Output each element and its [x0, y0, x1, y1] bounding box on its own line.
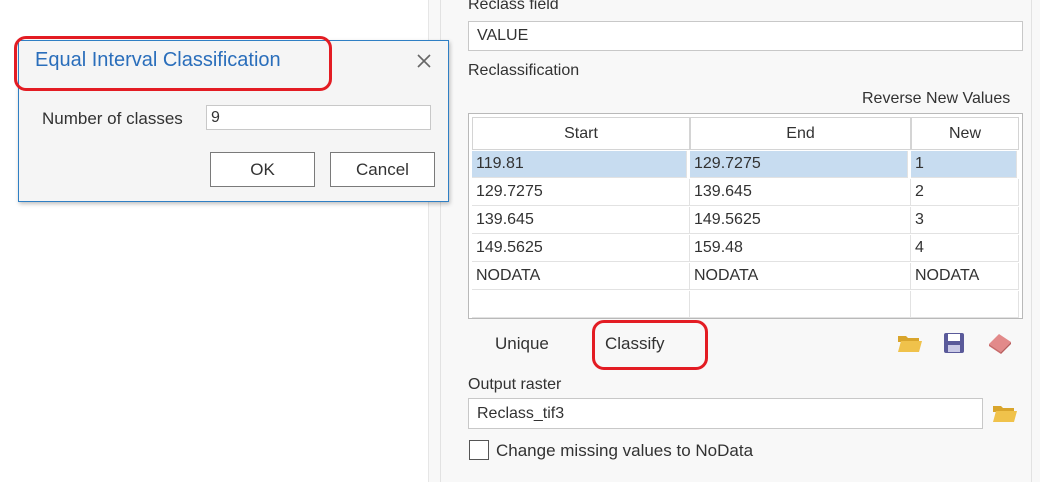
table-cell-start[interactable]: [472, 291, 690, 318]
folder-open-icon[interactable]: [897, 332, 923, 354]
unique-button[interactable]: Unique: [495, 334, 549, 354]
table-cell-end[interactable]: 139.645: [690, 179, 911, 206]
num-classes-label: Number of classes: [42, 109, 183, 128]
table-cell-end[interactable]: NODATA: [690, 263, 911, 290]
dialog-title-annotation-ring: [14, 36, 332, 91]
folder-open-icon[interactable]: [992, 402, 1018, 424]
missing-values-checkbox[interactable]: [469, 440, 489, 460]
reclassification-table: Start End New 119.81 129.7275 1 129.7275…: [468, 113, 1023, 319]
table-cell-start[interactable]: 119.81: [472, 151, 687, 178]
eraser-icon[interactable]: [986, 330, 1014, 356]
table-cell-end[interactable]: 129.7275: [690, 151, 908, 178]
ok-button[interactable]: OK: [210, 152, 315, 187]
num-classes-input[interactable]: 9: [206, 105, 431, 130]
reclass-field-input[interactable]: VALUE: [468, 21, 1023, 51]
table-cell-start[interactable]: 139.645: [472, 207, 690, 234]
save-icon[interactable]: [943, 332, 965, 354]
column-header-new[interactable]: New: [911, 117, 1019, 150]
missing-values-label: Change missing values to NoData: [496, 441, 754, 460]
cancel-button[interactable]: Cancel: [330, 152, 435, 187]
table-cell-end[interactable]: [690, 291, 911, 318]
table-cell-end[interactable]: 159.48: [690, 235, 911, 262]
table-cell-new[interactable]: NODATA: [911, 263, 1019, 290]
column-header-start[interactable]: Start: [472, 117, 690, 150]
table-cell-new[interactable]: 1: [911, 151, 1017, 178]
table-cell-new[interactable]: 2: [911, 179, 1019, 206]
pane-scroll-edge: [1031, 0, 1032, 482]
reverse-new-values-link[interactable]: Reverse New Values: [862, 90, 1010, 108]
table-cell-start[interactable]: NODATA: [472, 263, 690, 290]
reclass-field-label: Reclass field: [468, 0, 559, 13]
table-cell-new[interactable]: [911, 291, 1019, 318]
output-raster-input[interactable]: Reclass_tif3: [468, 398, 983, 429]
table-cell-new[interactable]: 3: [911, 207, 1019, 234]
table-cell-start[interactable]: 149.5625: [472, 235, 690, 262]
classify-annotation-ring: [592, 320, 708, 370]
close-icon[interactable]: [416, 53, 432, 69]
column-header-end[interactable]: End: [690, 117, 911, 150]
table-cell-end[interactable]: 149.5625: [690, 207, 911, 234]
table-cell-start[interactable]: 129.7275: [472, 179, 690, 206]
table-cell-new[interactable]: 4: [911, 235, 1019, 262]
reclassification-label: Reclassification: [468, 62, 580, 79]
output-raster-label: Output raster: [468, 376, 562, 393]
